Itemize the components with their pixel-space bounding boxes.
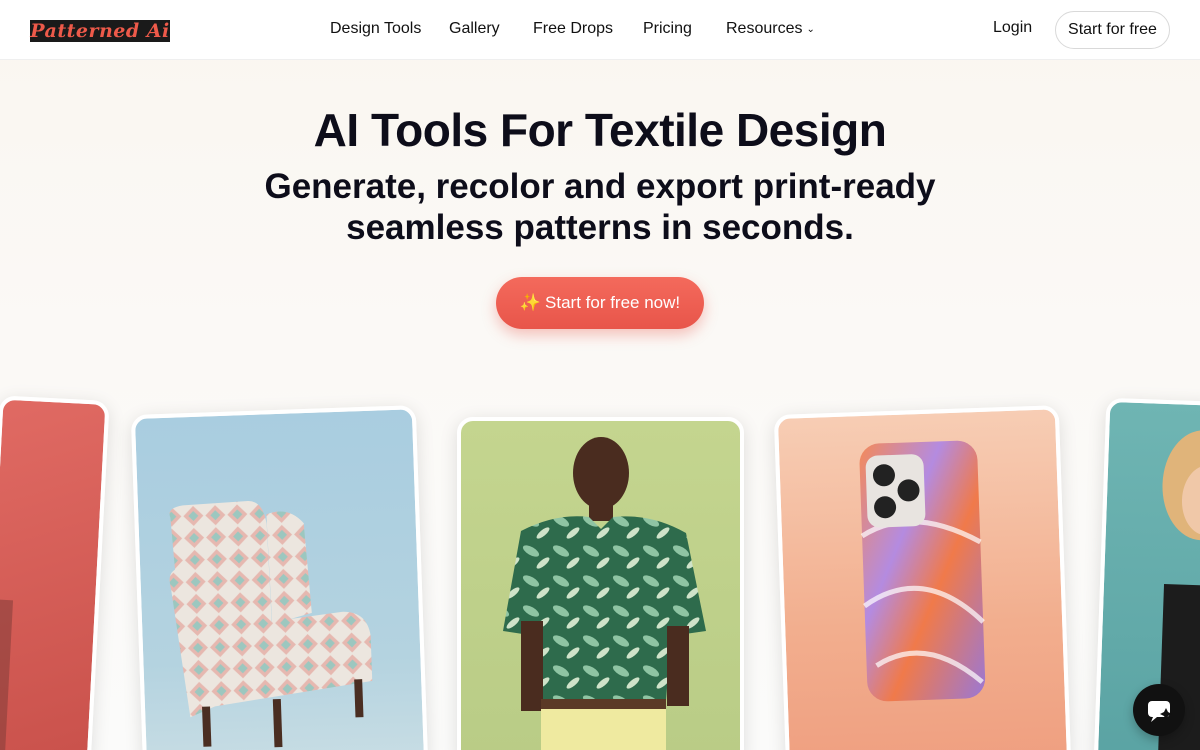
hero-title: AI Tools For Textile Design: [313, 104, 887, 156]
sparkle-icon: ✨: [519, 293, 542, 312]
hero-subtitle: Generate, recolor and export print-ready…: [264, 167, 936, 247]
cta-label: Start for free now!: [545, 293, 681, 312]
nav-free-drops[interactable]: Free Drops: [533, 19, 613, 39]
chat-sparkle-icon: [1148, 701, 1172, 722]
shirt-model-photo: [503, 437, 706, 750]
nav-gallery[interactable]: Gallery: [449, 19, 500, 39]
nav-pricing[interactable]: Pricing: [643, 19, 692, 39]
nav-resources-label: Resources: [726, 20, 803, 37]
logo[interactable]: Patterned Ai: [30, 20, 170, 42]
showcase-card-shirt-model: [457, 417, 744, 750]
site-header: Patterned Ai Design Tools Gallery Free D…: [0, 0, 1200, 60]
phone-case-photo: [859, 440, 986, 702]
start-free-now-button[interactable]: ✨ Start for free now!: [496, 277, 704, 329]
model-photo: [0, 599, 14, 750]
chat-button[interactable]: [1133, 684, 1185, 736]
nav-resources[interactable]: Resources ⌄: [726, 19, 815, 41]
showcase-card-phone-case: [773, 405, 1072, 750]
showcase-card-model: [0, 395, 110, 750]
nav-design-tools[interactable]: Design Tools: [330, 19, 421, 39]
login-link[interactable]: Login: [993, 19, 1032, 37]
armchair-photo: [169, 501, 373, 748]
showcase-card-armchair: [130, 405, 429, 750]
chevron-down-icon: ⌄: [806, 24, 815, 35]
start-for-free-button[interactable]: Start for free: [1055, 11, 1170, 49]
